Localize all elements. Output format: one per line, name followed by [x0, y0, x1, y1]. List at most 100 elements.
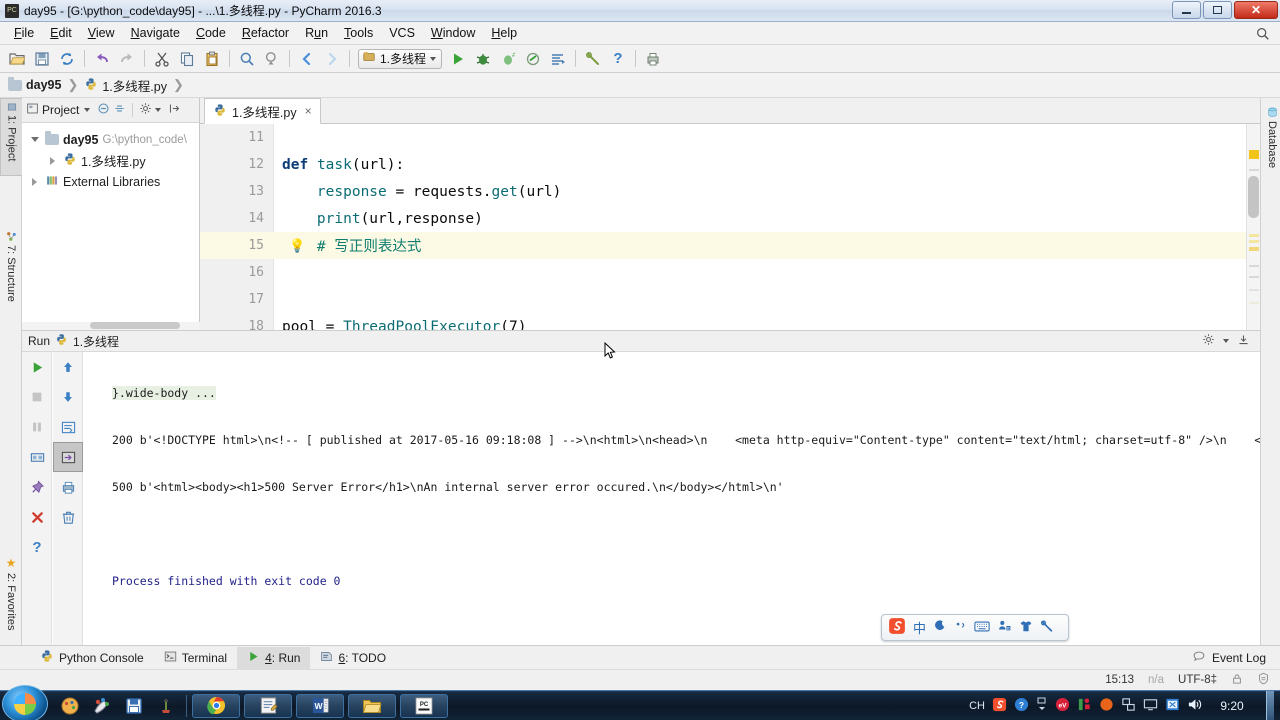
menu-file[interactable]: File: [6, 23, 42, 43]
project-view-chevron-icon[interactable]: [84, 108, 91, 112]
monitor-icon[interactable]: [1143, 697, 1158, 715]
ime-mode-chinese[interactable]: 中: [913, 618, 926, 637]
expand-icon[interactable]: [1036, 697, 1048, 714]
minimize-panel-icon[interactable]: [1237, 333, 1250, 349]
run-configuration-selector[interactable]: 1.多线程: [358, 48, 443, 69]
editor-tab[interactable]: 1.多线程.py ×: [204, 98, 321, 124]
menu-run[interactable]: Run: [297, 23, 336, 43]
code-line[interactable]: 16: [200, 259, 1260, 286]
menu-refactor[interactable]: Refactor: [234, 23, 297, 43]
gear-icon[interactable]: [139, 102, 152, 118]
orange-dot-icon[interactable]: [1099, 697, 1114, 715]
voice-input-icon[interactable]: 3D: [997, 619, 1012, 636]
sidebar-item-structure[interactable]: 7: Structure: [0, 228, 22, 324]
cut-icon[interactable]: [150, 48, 174, 70]
scroll-down-icon[interactable]: [53, 382, 83, 412]
volume-icon[interactable]: [1187, 697, 1202, 715]
gear-chevron-icon[interactable]: [155, 108, 162, 112]
open-folder-icon[interactable]: [5, 48, 29, 70]
tools-icon[interactable]: [1077, 697, 1092, 715]
tool-button-run[interactable]: 4: Run: [237, 646, 311, 669]
pin-icon[interactable]: [22, 472, 52, 502]
console-output[interactable]: }.wide-body ... 200 b'<!DOCTYPE html>\n<…: [84, 352, 1260, 645]
code-line[interactable]: 14 print(url,response): [200, 205, 1260, 232]
show-tests-icon[interactable]: [22, 442, 52, 472]
view-mode-icon[interactable]: [26, 102, 39, 118]
code-line[interactable]: 13 response = requests.get(url): [200, 178, 1260, 205]
print-icon[interactable]: [641, 48, 665, 70]
tool-button-todo[interactable]: 6: TODO: [310, 647, 396, 669]
punctuation-icon[interactable]: [954, 620, 967, 636]
sogou-logo-icon[interactable]: [888, 617, 906, 638]
ev-icon[interactable]: eV: [1055, 697, 1070, 715]
run-icon[interactable]: [446, 48, 470, 70]
copy-icon[interactable]: [175, 48, 199, 70]
sidebar-item-favorites[interactable]: ★ 2: Favorites: [0, 553, 22, 645]
taskbar-item-pycharm[interactable]: PC: [400, 693, 448, 718]
network-icon[interactable]: [1121, 697, 1136, 715]
tree-node-external-libraries[interactable]: External Libraries: [22, 171, 199, 192]
breadcrumb-file[interactable]: 1.多线程.py: [84, 76, 167, 95]
expand-arrow-icon[interactable]: [28, 133, 41, 146]
sidebar-item-project[interactable]: 1: Project: [0, 98, 22, 176]
taskbar-item-chrome[interactable]: [192, 693, 240, 718]
help-icon[interactable]: ?: [1014, 697, 1029, 715]
toolbox-icon[interactable]: [1040, 619, 1054, 636]
code-editor[interactable]: 11 12 def task(url): 13 response = reque…: [200, 124, 1260, 330]
code-line[interactable]: 11: [200, 124, 1260, 151]
taskbar-item-notepad[interactable]: [244, 693, 292, 718]
event-log-label[interactable]: Event Log: [1212, 651, 1266, 665]
expand-arrow-icon[interactable]: [28, 175, 41, 188]
menu-help[interactable]: Help: [483, 23, 525, 43]
inspection-icon[interactable]: [1257, 672, 1270, 688]
code-line[interactable]: 12 def task(url):: [200, 151, 1260, 178]
settings-wrench-icon[interactable]: [581, 48, 605, 70]
paste-icon[interactable]: [200, 48, 224, 70]
save-all-icon[interactable]: [30, 48, 54, 70]
project-horizontal-scrollbar[interactable]: [22, 322, 200, 330]
find-icon[interactable]: [235, 48, 259, 70]
breadcrumb-project[interactable]: day95: [8, 76, 61, 92]
intention-bulb-icon[interactable]: 💡: [289, 238, 305, 254]
save-icon[interactable]: [119, 693, 149, 719]
menu-tools[interactable]: Tools: [336, 23, 381, 43]
tree-node-day95[interactable]: day95 G:\python_code\: [22, 129, 199, 150]
run-with-console-icon[interactable]: [546, 48, 570, 70]
sogou-ime-toolbar[interactable]: 中 3D: [881, 614, 1069, 641]
scroll-to-end-icon[interactable]: [53, 442, 83, 472]
skin-icon[interactable]: [1019, 619, 1033, 636]
file-encoding[interactable]: UTF-8‡: [1178, 674, 1217, 686]
paint-icon[interactable]: [87, 693, 117, 719]
tool-icon[interactable]: [151, 693, 181, 719]
autoscroll-icon[interactable]: [113, 102, 126, 118]
menu-window[interactable]: Window: [423, 23, 483, 43]
lock-icon[interactable]: [1231, 673, 1243, 688]
collapse-icon[interactable]: [97, 102, 110, 118]
editor-marker-bar[interactable]: [1246, 124, 1260, 330]
tool-button-python-console[interactable]: Python Console: [30, 647, 154, 669]
tool-button-terminal[interactable]: Terminal: [154, 647, 237, 669]
menu-view[interactable]: View: [80, 23, 123, 43]
replace-icon[interactable]: [260, 48, 284, 70]
menu-navigate[interactable]: Navigate: [123, 23, 188, 43]
show-desktop-button[interactable]: [1266, 690, 1274, 720]
back-icon[interactable]: [295, 48, 319, 70]
taskbar-item-explorer[interactable]: [348, 693, 396, 718]
minimize-button[interactable]: [1172, 1, 1201, 19]
hide-icon[interactable]: [168, 102, 181, 118]
palette-icon[interactable]: [55, 693, 85, 719]
menu-vcs[interactable]: VCS: [381, 23, 423, 43]
search-icon[interactable]: [1256, 27, 1270, 44]
print-icon[interactable]: [53, 472, 83, 502]
menu-code[interactable]: Code: [188, 23, 234, 43]
clear-all-icon[interactable]: [53, 502, 83, 532]
soft-wrap-icon[interactable]: [53, 412, 83, 442]
windows-start-orb[interactable]: [2, 685, 48, 720]
close-icon[interactable]: ×: [305, 104, 312, 118]
scroll-up-icon[interactable]: [53, 352, 83, 382]
maximize-button[interactable]: [1203, 1, 1232, 19]
sidebar-item-database[interactable]: Database: [1261, 104, 1280, 194]
coverage-icon[interactable]: [496, 48, 520, 70]
gear-chevron-icon[interactable]: [1223, 339, 1229, 343]
excel-icon[interactable]: [1165, 697, 1180, 715]
